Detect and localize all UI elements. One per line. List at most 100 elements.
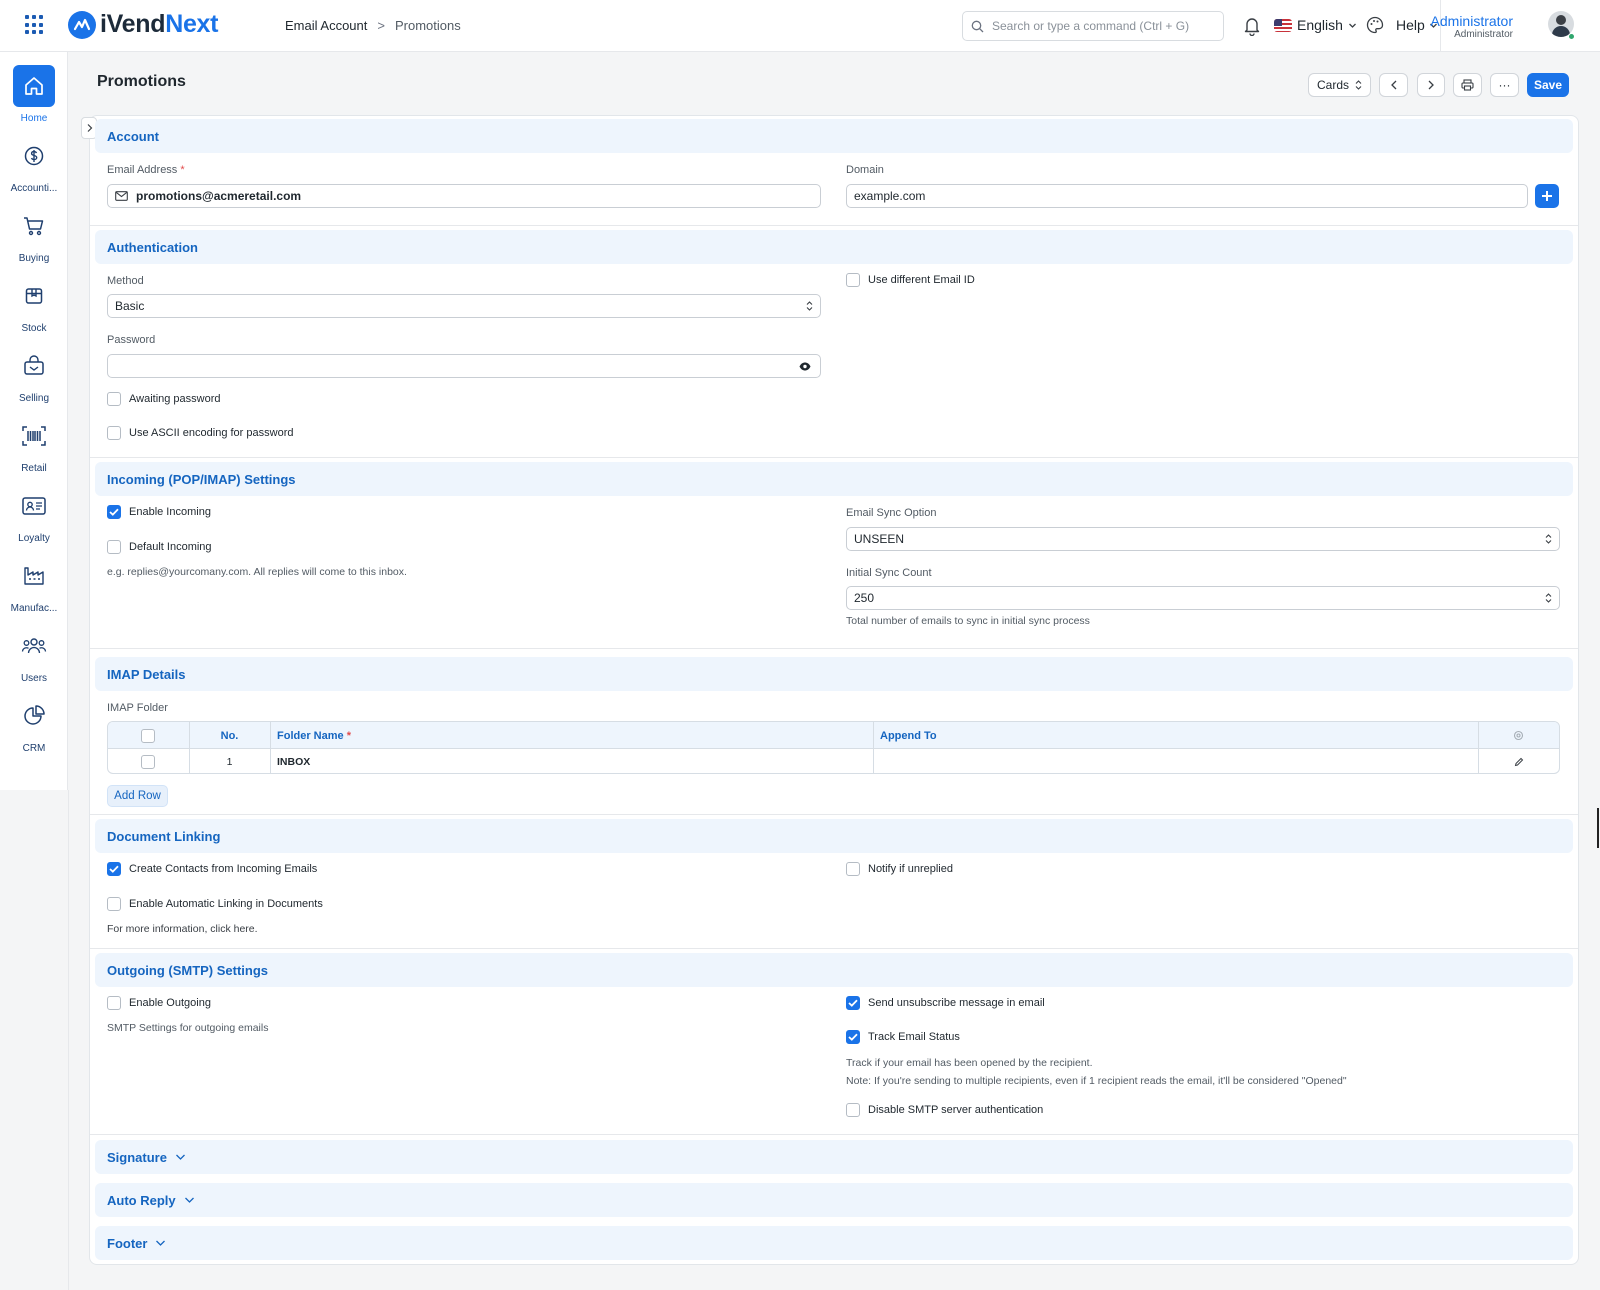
- help-label: Help: [1396, 17, 1425, 33]
- imap-folder-label: IMAP Folder: [107, 702, 168, 714]
- password-label: Password: [107, 334, 156, 346]
- checkbox-box: [846, 996, 860, 1010]
- checkbox-box: [141, 728, 155, 743]
- domain-value: example.com: [854, 189, 926, 203]
- folder-name-cell[interactable]: INBOX: [277, 749, 310, 773]
- next-record-button[interactable]: [1417, 73, 1445, 97]
- section-divider: [90, 948, 1578, 949]
- email-address-field[interactable]: promotions@acmeretail.com: [107, 184, 821, 208]
- email-sync-option-label: Email Sync Option: [846, 507, 937, 519]
- section-authentication: Authentication: [95, 230, 1573, 264]
- sidebar-item-retail[interactable]: Retail: [0, 415, 68, 474]
- section-divider: [90, 225, 1578, 226]
- enable-incoming-checkbox[interactable]: Enable Incoming: [107, 505, 211, 519]
- notify-unreplied-checkbox[interactable]: Notify if unreplied: [846, 862, 953, 876]
- user-name: Administrator: [1430, 12, 1513, 29]
- brand-logo[interactable]: iVendNext: [68, 10, 218, 39]
- create-contacts-checkbox[interactable]: Create Contacts from Incoming Emails: [107, 862, 317, 876]
- sidebar-item-stock[interactable]: Stock: [0, 275, 68, 334]
- more-info-link[interactable]: For more information, click here.: [107, 923, 258, 935]
- auto-linking-checkbox[interactable]: Enable Automatic Linking in Documents: [107, 897, 323, 911]
- use-different-email-checkbox[interactable]: Use different Email ID: [846, 273, 975, 287]
- section-footer[interactable]: Footer: [95, 1226, 1573, 1260]
- add-row-button[interactable]: Add Row: [107, 785, 168, 807]
- breadcrumb-parent[interactable]: Email Account: [285, 18, 367, 33]
- search-input[interactable]: Search or type a command (Ctrl + G): [962, 11, 1224, 41]
- track-email-status-checkbox[interactable]: Track Email Status: [846, 1030, 960, 1044]
- send-unsubscribe-checkbox[interactable]: Send unsubscribe message in email: [846, 996, 1045, 1010]
- section-divider: [90, 814, 1578, 815]
- sidebar-item-crm[interactable]: CRM: [0, 695, 68, 754]
- password-field[interactable]: [107, 354, 821, 378]
- chevron-right-icon: [87, 124, 92, 132]
- checkbox-box: [107, 897, 121, 911]
- domain-label: Domain: [846, 164, 884, 176]
- check-icon: [848, 1033, 858, 1041]
- checkbox-label: Notify if unreplied: [868, 863, 953, 875]
- checkbox-label: Use ASCII encoding for password: [129, 427, 294, 439]
- checkbox-label: Default Incoming: [129, 541, 212, 553]
- checkbox-box: [846, 862, 860, 876]
- domain-field[interactable]: example.com: [846, 184, 1528, 208]
- select-arrows-icon: [1545, 534, 1552, 544]
- checkbox-box: [107, 505, 121, 519]
- section-auto-reply[interactable]: Auto Reply: [95, 1183, 1573, 1217]
- enable-outgoing-checkbox[interactable]: Enable Outgoing: [107, 996, 211, 1010]
- view-select[interactable]: Cards: [1308, 73, 1371, 97]
- more-dots-icon: ···: [1498, 78, 1511, 92]
- section-title: Outgoing (SMTP) Settings: [107, 962, 269, 978]
- breadcrumb-current[interactable]: Promotions: [395, 18, 461, 33]
- select-all-checkbox[interactable]: [141, 722, 155, 749]
- disable-smtp-auth-checkbox[interactable]: Disable SMTP server authentication: [846, 1103, 1043, 1117]
- breadcrumb: Email Account > Promotions: [285, 18, 461, 33]
- table-row[interactable]: 1 INBOX: [108, 749, 1559, 773]
- row-select-checkbox[interactable]: [141, 749, 155, 773]
- ascii-encoding-checkbox[interactable]: Use ASCII encoding for password: [107, 426, 293, 440]
- section-divider: [90, 1134, 1578, 1135]
- add-domain-button[interactable]: [1535, 184, 1559, 208]
- sidebar-item-selling[interactable]: Selling: [0, 345, 68, 404]
- check-icon: [109, 508, 119, 516]
- sidebar-item-label: Accounti...: [10, 183, 58, 194]
- checkbox-box: [141, 755, 155, 769]
- eye-icon[interactable]: [799, 362, 811, 371]
- section-imap-details: IMAP Details: [95, 657, 1573, 691]
- checkbox-box: [107, 540, 121, 554]
- section-signature[interactable]: Signature: [95, 1140, 1573, 1174]
- sidebar-item-loyalty[interactable]: Loyalty: [0, 485, 68, 544]
- user-menu[interactable]: Administrator Administrator: [1431, 0, 1513, 52]
- column-settings-icon[interactable]: [1513, 722, 1524, 749]
- checkbox-label: Use different Email ID: [868, 274, 975, 286]
- barcode-icon: [13, 415, 55, 457]
- sidebar-item-buying[interactable]: Buying: [0, 205, 68, 264]
- email-sync-option-select[interactable]: UNSEEN: [846, 527, 1560, 551]
- section-title: Incoming (POP/IMAP) Settings: [107, 471, 296, 487]
- checkbox-label: Enable Outgoing: [129, 997, 211, 1009]
- sidebar-item-accounting[interactable]: Accounti...: [0, 135, 68, 194]
- default-incoming-checkbox[interactable]: Default Incoming: [107, 540, 212, 554]
- initial-sync-count-select[interactable]: 250: [846, 586, 1560, 610]
- select-arrows-icon: [806, 301, 813, 311]
- sidebar-item-manufacturing[interactable]: Manufac...: [0, 555, 68, 614]
- email-sync-option-value: UNSEEN: [854, 532, 905, 546]
- notification-bell-icon[interactable]: [1243, 16, 1261, 36]
- sidebar-item-home[interactable]: Home: [0, 65, 68, 124]
- sidebar-item-label: Buying: [18, 253, 50, 264]
- awaiting-password-checkbox[interactable]: Awaiting password: [107, 392, 221, 406]
- more-actions-button[interactable]: ···: [1490, 73, 1519, 97]
- id-card-icon: [13, 485, 55, 527]
- print-button[interactable]: [1453, 73, 1482, 97]
- edit-row-icon[interactable]: [1514, 749, 1524, 773]
- theme-palette-icon[interactable]: [1366, 16, 1384, 34]
- search-icon: [971, 20, 984, 32]
- save-button[interactable]: Save: [1527, 73, 1569, 97]
- app-grid-icon[interactable]: [25, 15, 45, 35]
- sidebar-item-users[interactable]: Users: [0, 625, 68, 684]
- language-switcher[interactable]: English: [1274, 17, 1357, 33]
- checkbox-box: [107, 392, 121, 406]
- method-select[interactable]: Basic: [107, 294, 821, 318]
- checkbox-label: Enable Incoming: [129, 506, 211, 518]
- method-label: Method: [107, 275, 144, 287]
- previous-record-button[interactable]: [1379, 73, 1408, 97]
- checkbox-label: Disable SMTP server authentication: [868, 1104, 1044, 1116]
